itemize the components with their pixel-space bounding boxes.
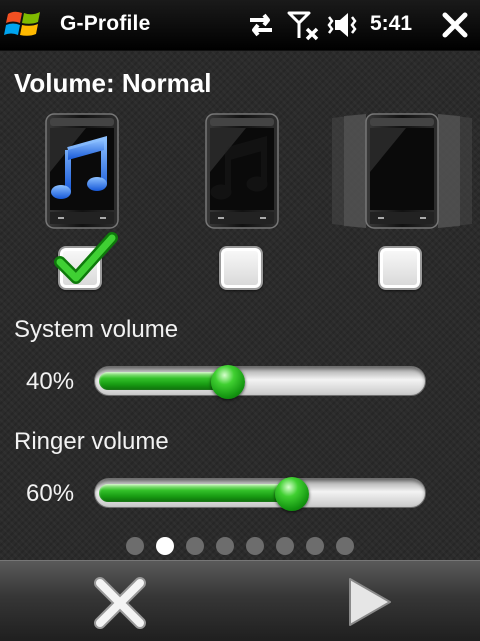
system-volume-label: System volume [14,316,179,343]
ringer-volume-thumb[interactable] [275,477,310,511]
phone-vibrate-icon[interactable] [332,112,472,230]
system-volume-thumb[interactable] [210,365,245,399]
ringer-volume-label: Ringer volume [14,428,169,455]
close-icon[interactable] [440,10,470,40]
app-title: G-Profile [60,12,151,35]
cancel-button[interactable] [70,561,170,641]
ringer-volume-fill [99,484,301,502]
page-dot[interactable] [216,537,234,555]
next-arrow-icon [349,578,391,626]
profile-normal-checkbox[interactable] [54,232,118,290]
close-icon [94,577,146,629]
system-volume-value: 40% [26,368,75,395]
page-dot[interactable] [126,537,144,555]
clock: 5:41 [370,12,413,35]
page-dot[interactable] [246,537,264,555]
profile-silent-checkbox[interactable] [219,246,263,290]
system-volume-slider[interactable] [94,365,426,399]
ringer-volume-slider[interactable] [94,477,426,511]
page-dot[interactable] [156,537,174,555]
sync-arrows-icon[interactable] [244,8,278,42]
no-signal-icon[interactable] [286,8,320,42]
speaker-vibrate-icon[interactable] [326,8,360,42]
phone-music-icon[interactable] [42,112,122,230]
ringer-volume-value: 60% [26,480,75,507]
soft-key-bar [0,560,480,641]
checkmark-icon [54,232,118,284]
next-button[interactable] [320,561,420,641]
page-dot[interactable] [186,537,204,555]
page-dot[interactable] [276,537,294,555]
page-dot[interactable] [336,537,354,555]
status-bar: G-Profile 5:41 [0,0,480,51]
profile-vibrate-checkbox[interactable] [378,246,422,290]
profile-heading: Volume: Normal [14,68,212,98]
page-dot[interactable] [306,537,324,555]
phone-muted-music-icon[interactable] [202,112,282,230]
windows-start-icon[interactable] [4,4,44,44]
